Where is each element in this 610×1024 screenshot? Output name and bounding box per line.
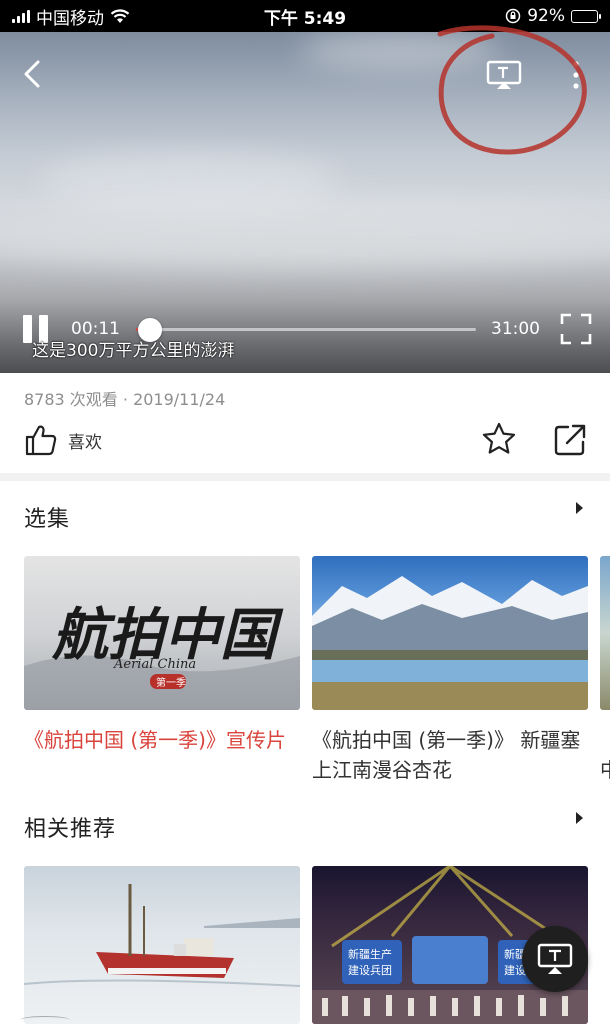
signal-icon bbox=[12, 9, 30, 23]
battery-icon bbox=[571, 9, 601, 23]
episode-thumbnail-peek[interactable] bbox=[600, 556, 610, 710]
tv-cast-icon bbox=[537, 943, 573, 974]
svg-text:第一季: 第一季 bbox=[156, 676, 186, 689]
back-arrow-icon[interactable] bbox=[16, 56, 50, 92]
mountain-lake-image bbox=[312, 576, 588, 710]
duration: 31:00 bbox=[491, 319, 540, 339]
pause-icon bbox=[23, 315, 32, 343]
video-player[interactable]: 中国移动 下午 5:49 92% 00:11 31:00 这是300万平方公里的… bbox=[0, 0, 610, 373]
episode-title[interactable]: 《航拍中国 (第一季)》 新疆塞上江南漫谷杏花 bbox=[312, 725, 592, 785]
aerial-china-logo: 航拍中国 Aerial China 第一季 bbox=[24, 602, 300, 710]
episode-title-active[interactable]: 《航拍中国 (第一季)》宣传片 bbox=[24, 725, 304, 755]
bottom-edge bbox=[20, 1016, 70, 1024]
wifi-icon bbox=[110, 9, 130, 23]
carrier-name: 中国移动 bbox=[36, 8, 104, 29]
episode-thumbnail[interactable]: 航拍中国 Aerial China 第一季 bbox=[24, 556, 300, 710]
video-meta: 8783 次观看 · 2019/11/24 bbox=[24, 390, 226, 409]
like-label: 喜欢 bbox=[68, 432, 102, 453]
svg-text:Aerial China: Aerial China bbox=[113, 657, 196, 672]
star-icon[interactable] bbox=[481, 421, 517, 457]
episode-title-peek: 中 bbox=[600, 755, 610, 785]
episode-thumbnail[interactable] bbox=[312, 556, 588, 710]
chevron-right-icon[interactable] bbox=[572, 809, 586, 827]
thumbs-up-icon bbox=[25, 425, 57, 456]
status-time: 下午 5:49 bbox=[263, 8, 347, 29]
share-icon[interactable] bbox=[553, 421, 587, 457]
floating-cast-button[interactable] bbox=[522, 926, 588, 992]
chevron-right-icon[interactable] bbox=[572, 499, 586, 517]
video-subtitle: 这是300万平方公里的澎湃 bbox=[32, 341, 235, 361]
episodes-section-title: 选集 bbox=[24, 507, 71, 532]
related-section-title: 相关推荐 bbox=[24, 817, 117, 842]
svg-text:新疆生产: 新疆生产 bbox=[348, 947, 392, 961]
fullscreen-icon[interactable] bbox=[560, 313, 592, 345]
like-button[interactable]: 喜欢 bbox=[24, 420, 102, 460]
ship-on-ice-image bbox=[24, 884, 300, 987]
progress-bar[interactable] bbox=[136, 328, 476, 331]
related-thumbnail-ship[interactable] bbox=[24, 866, 300, 1024]
section-divider bbox=[0, 473, 610, 481]
svg-text:建设兵团: 建设兵团 bbox=[348, 963, 392, 977]
red-annotation-circle bbox=[437, 25, 587, 155]
